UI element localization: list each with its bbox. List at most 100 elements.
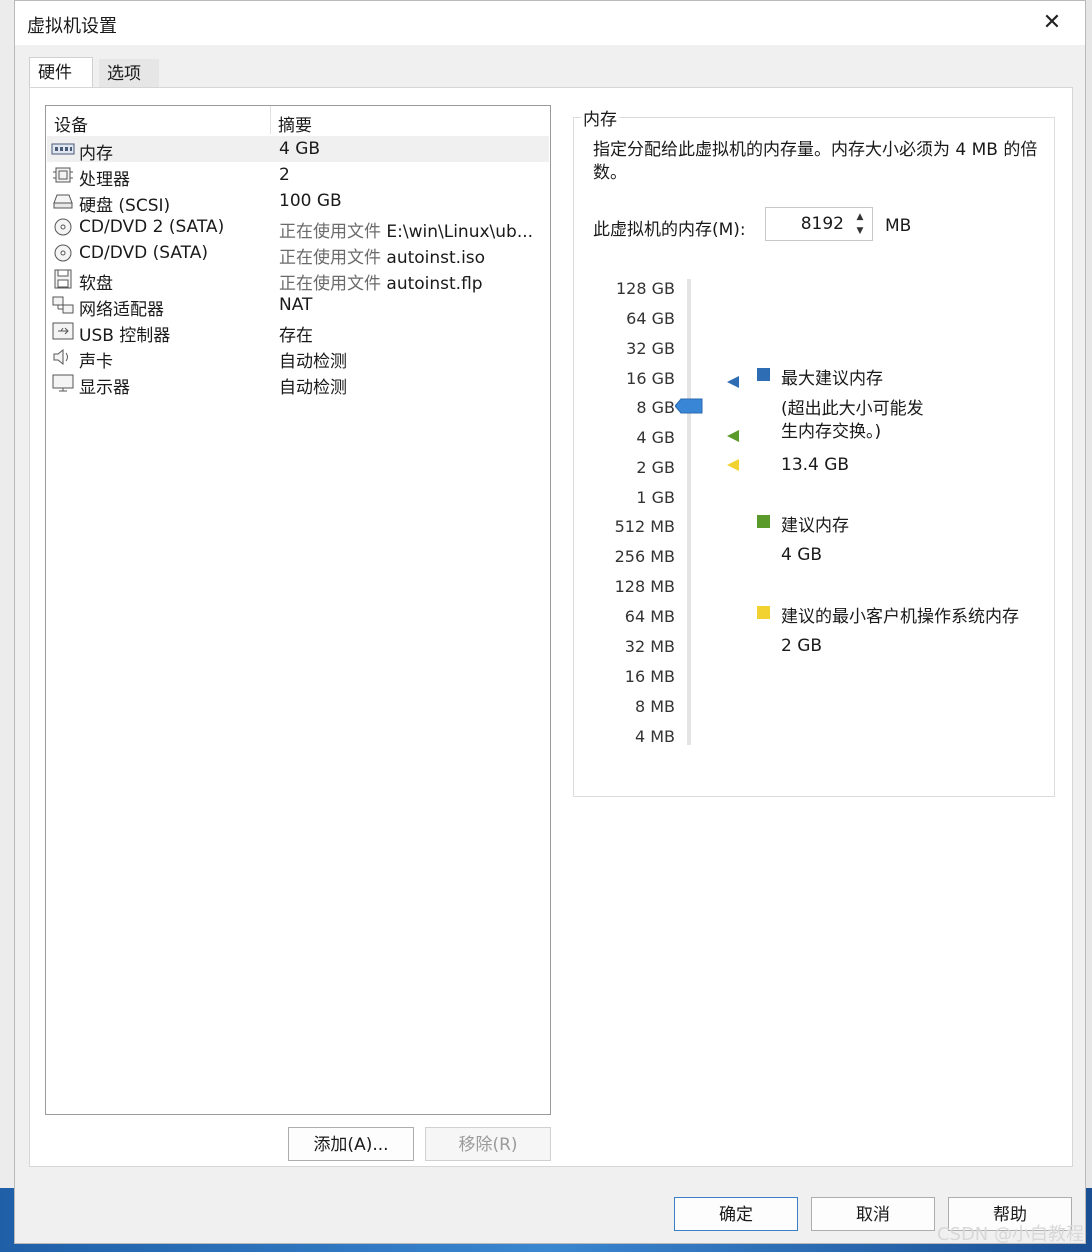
device-name: 硬盘 (SCSI) (79, 196, 171, 216)
memory-unit: MB (885, 216, 912, 236)
device-row-floppy[interactable]: 软盘 正在使用文件 autoinst.flp (47, 266, 549, 294)
device-name: CD/DVD (SATA) (79, 243, 208, 263)
scale-tick: 128 MB (614, 577, 675, 596)
device-row-harddisk[interactable]: 硬盘 (SCSI) 100 GB (47, 188, 549, 216)
recommended-memory-marker-icon (727, 430, 739, 442)
summary-prefix: 正在使用文件 (279, 222, 381, 242)
column-header-summary[interactable]: 摘要 (278, 111, 312, 136)
device-summary: 4 GB (279, 139, 321, 159)
summary-prefix: 正在使用文件 (279, 274, 381, 294)
scale-tick: 128 GB (616, 279, 675, 298)
device-list-header: 设备 摘要 (46, 106, 550, 136)
scale-tick: 2 GB (636, 458, 675, 477)
close-button[interactable]: ✕ (1037, 9, 1067, 37)
scale-tick: 1 GB (636, 488, 675, 507)
dialog-title: 虚拟机设置 (27, 16, 117, 37)
add-device-button[interactable]: 添加(A)... (288, 1127, 414, 1161)
device-summary: 存在 (279, 326, 313, 346)
vm-settings-dialog: 虚拟机设置 ✕ 硬件 选项 设备 摘要 内存 4 GB 处理器 2 硬盘 (SC… (14, 0, 1086, 1244)
cd-icon (54, 244, 72, 262)
max-memory-value: 13.4 GB (781, 455, 850, 475)
device-name: 软盘 (79, 274, 113, 294)
min-memory-label: 建议的最小客户机操作系统内存 (781, 607, 1019, 627)
scale-tick: 32 MB (624, 637, 675, 656)
device-row-cddvd2[interactable]: CD/DVD 2 (SATA) 正在使用文件 E:\win\Linux\ub..… (47, 214, 549, 242)
max-memory-label: 最大建议内存 (781, 369, 883, 389)
summary-value: E:\win\Linux\ub... (386, 222, 534, 242)
floppy-icon (54, 269, 72, 289)
memory-field-label: 此虚拟机的内存(M): (593, 220, 746, 240)
device-summary: 正在使用文件 autoinst.flp (279, 269, 547, 294)
scale-tick: 512 MB (614, 517, 675, 536)
device-row-memory[interactable]: 内存 4 GB (47, 136, 549, 164)
memory-description: 指定分配给此虚拟机的内存量。内存大小必须为 4 MB 的倍数。 (593, 140, 1038, 183)
monitor-icon (52, 374, 74, 392)
device-row-display[interactable]: 显示器 自动检测 (47, 370, 549, 398)
scale-tick: 32 GB (626, 339, 675, 358)
cd-icon (54, 218, 72, 236)
cancel-button[interactable]: 取消 (811, 1197, 935, 1231)
speaker-icon (53, 348, 68, 366)
network-icon (52, 296, 74, 314)
memory-slider-track[interactable] (687, 279, 691, 745)
device-name: 内存 (79, 144, 113, 164)
device-row-sound[interactable]: 声卡 自动检测 (47, 344, 549, 372)
memory-slider-thumb[interactable] (675, 398, 703, 414)
min-memory-marker-icon (727, 459, 739, 471)
device-list: 设备 摘要 内存 4 GB 处理器 2 硬盘 (SCSI) 100 GB CD/… (45, 105, 551, 1115)
column-header-device[interactable]: 设备 (54, 111, 88, 136)
device-name: 网络适配器 (79, 300, 164, 320)
min-memory-swatch (757, 606, 770, 619)
chevron-up-icon: ▲ (856, 212, 864, 222)
device-summary: 自动检测 (279, 352, 347, 372)
recommended-memory-value: 4 GB (781, 545, 823, 565)
device-row-network[interactable]: 网络适配器 NAT (47, 292, 549, 320)
title-bar: 虚拟机设置 ✕ (15, 1, 1085, 45)
device-row-processor[interactable]: 处理器 2 (47, 162, 549, 190)
usb-icon (52, 322, 74, 340)
device-row-usb[interactable]: USB 控制器 存在 (47, 318, 549, 346)
max-memory-marker-icon (727, 376, 739, 388)
memory-scale: 128 GB 64 GB 32 GB 16 GB 8 GB 4 GB 2 GB … (575, 271, 695, 751)
cpu-icon (53, 167, 73, 183)
scale-tick: 64 GB (626, 309, 675, 328)
spin-up-button[interactable]: ▲ (850, 210, 870, 224)
memory-icon (51, 143, 75, 155)
watermark: CSDN @小白教程 (936, 1224, 1084, 1245)
max-memory-swatch (757, 368, 770, 381)
device-summary: NAT (279, 295, 313, 315)
memory-input[interactable]: 8192 (801, 214, 844, 234)
tab-hardware[interactable]: 硬件 (29, 57, 93, 88)
device-summary: 自动检测 (279, 378, 347, 398)
close-icon: ✕ (1042, 10, 1062, 35)
scale-tick: 16 GB (626, 369, 675, 388)
device-name: 显示器 (79, 378, 130, 398)
recommended-memory-swatch (757, 515, 770, 528)
harddisk-icon (53, 194, 73, 209)
tab-options[interactable]: 选项 (99, 59, 159, 87)
max-memory-note: (超出此大小可能发生内存交换。) (781, 399, 924, 442)
recommended-memory-label: 建议内存 (781, 516, 849, 536)
device-name: 处理器 (79, 170, 130, 190)
summary-value: autoinst.iso (386, 248, 486, 268)
scale-tick: 16 MB (624, 667, 675, 686)
device-name: USB 控制器 (79, 326, 171, 346)
remove-device-button[interactable]: 移除(R) (425, 1127, 551, 1161)
device-summary: 正在使用文件 E:\win\Linux\ub... (279, 217, 547, 242)
scale-tick: 256 MB (614, 547, 675, 566)
device-summary: 正在使用文件 autoinst.iso (279, 243, 547, 268)
scale-tick: 8 MB (634, 697, 675, 716)
scale-tick: 4 MB (634, 727, 675, 746)
ok-button[interactable]: 确定 (674, 1197, 798, 1231)
memory-spinbox[interactable]: 8192 ▲ ▼ (765, 207, 873, 241)
device-summary: 2 (279, 165, 290, 185)
spin-down-button[interactable]: ▼ (850, 224, 870, 238)
summary-prefix: 正在使用文件 (279, 248, 381, 268)
summary-value: autoinst.flp (386, 274, 483, 294)
column-separator[interactable] (270, 106, 271, 134)
scale-tick: 4 GB (636, 428, 675, 447)
scale-tick: 8 GB (636, 398, 675, 417)
device-summary: 100 GB (279, 191, 342, 211)
memory-group-title: 内存 (581, 105, 619, 130)
device-row-cddvd[interactable]: CD/DVD (SATA) 正在使用文件 autoinst.iso (47, 240, 549, 268)
